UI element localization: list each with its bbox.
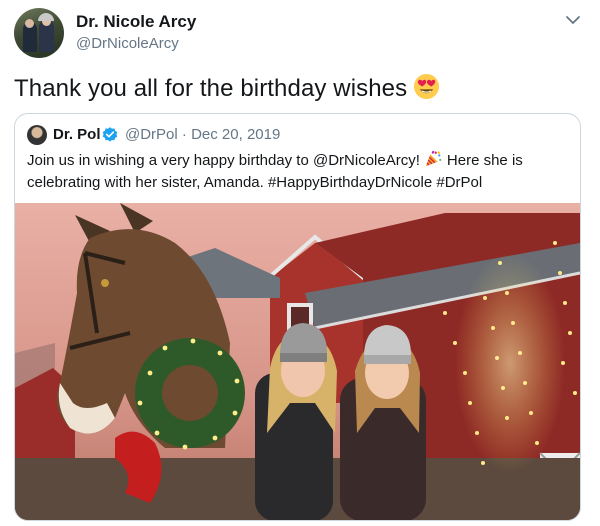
quoted-author-handle: @DrPol: [125, 126, 178, 143]
tweet-text-content: Thank you all for the birthday wishes: [14, 75, 408, 102]
quoted-author-avatar: [27, 125, 47, 145]
quoted-meta: @DrPol · Dec 20, 2019: [125, 126, 280, 143]
tweet-text: Thank you all for the birthday wishes: [14, 73, 440, 103]
heart-eyes-emoji-icon: [414, 73, 440, 100]
chevron-down-icon[interactable]: [565, 13, 581, 27]
quoted-date: Dec 20, 2019: [191, 126, 281, 143]
quoted-text-line-2: celebrating with her sister, Amanda. #Ha…: [27, 174, 483, 191]
meta-separator: ·: [181, 126, 187, 143]
author-avatar[interactable]: [14, 8, 64, 58]
quoted-tweet-photo[interactable]: [15, 203, 580, 520]
quoted-text-line-1-a: Join us in wishing a very happy birthday…: [27, 152, 420, 169]
verified-badge-icon: [102, 127, 118, 142]
quoted-text-line-1: Join us in wishing a very happy birthday…: [27, 150, 572, 172]
tweet-card: Dr. Nicole Arcy @DrNicoleArcy Thank you …: [0, 0, 600, 526]
author-handle[interactable]: @DrNicoleArcy: [76, 35, 179, 52]
quoted-tweet[interactable]: Dr. Pol @DrPol · Dec 20, 2019 Join us in…: [14, 113, 581, 521]
quoted-text: Join us in wishing a very happy birthday…: [27, 150, 572, 194]
photo-illustration: [15, 203, 580, 520]
author-name[interactable]: Dr. Nicole Arcy: [76, 12, 196, 32]
party-popper-icon: [425, 150, 442, 167]
quoted-author-name: Dr. Pol: [53, 126, 101, 143]
quoted-text-line-1-b: Here she is: [446, 152, 523, 169]
